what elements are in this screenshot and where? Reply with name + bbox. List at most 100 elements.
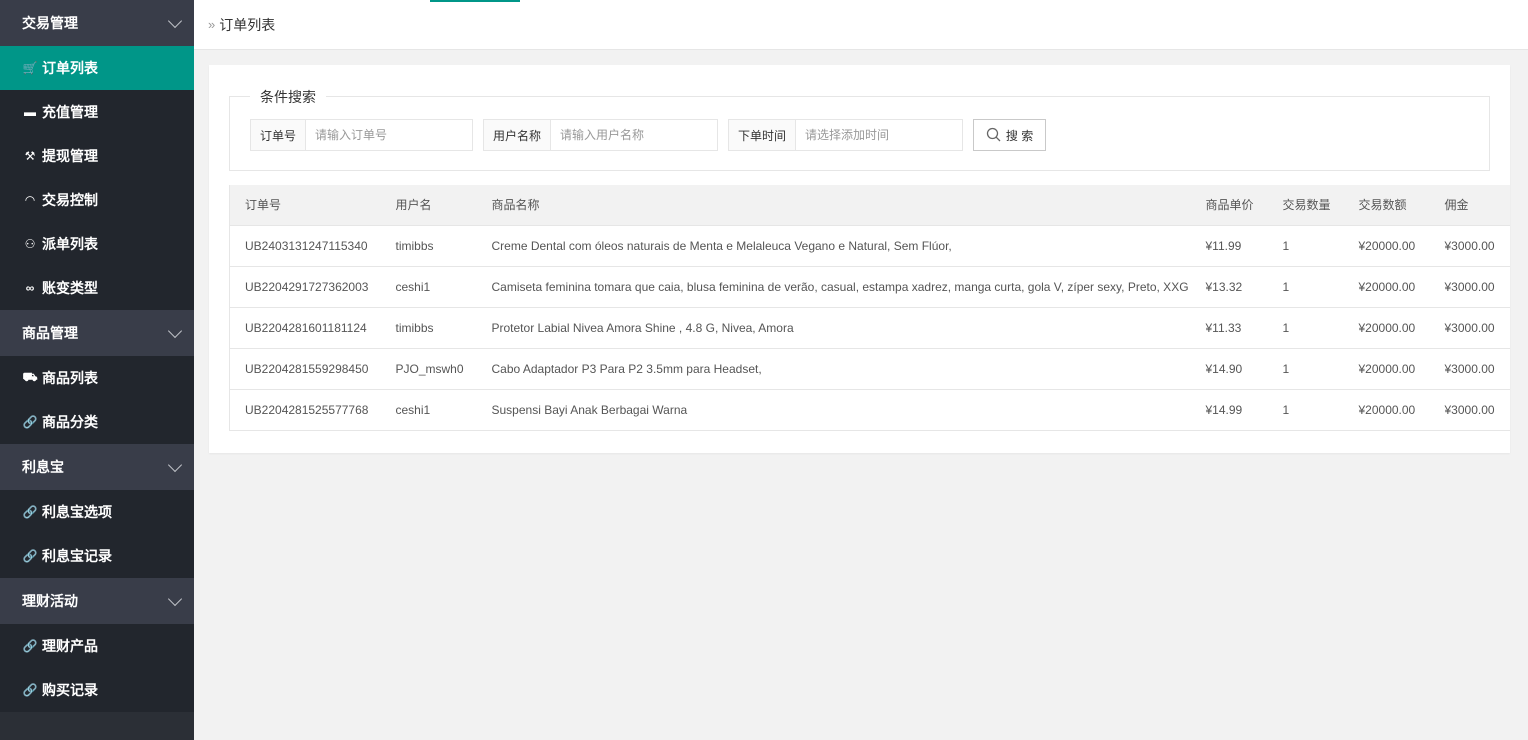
sidebar: 交易管理 🛒 订单列表 ▬ 充值管理 ⚒ 提现管理 ◠ 交易控制 ⚇ 派单列表 ∞ 账变类型商品管理 ⛟ 商… (0, 0, 194, 740)
top-bar: » 订单列表 (194, 0, 1528, 50)
username-input[interactable] (551, 120, 718, 150)
sidebar-item[interactable]: ⛟ 商品列表 (0, 356, 194, 400)
sidebar-group-label: 理财活动 (22, 593, 78, 609)
table-cell: ¥20000.00 (1343, 225, 1430, 267)
table-row[interactable]: UB2204281559298450 PJO_mswh0 Cabo Adaptado… (229, 348, 1510, 390)
sidebar-item-label: 利息宝选项 (42, 504, 112, 520)
sidebar-item[interactable]: ⚒ 提现管理 (0, 134, 194, 178)
hammer-icon: ⚒ (24, 149, 36, 163)
table-header-row: 订单号 用户名 商品名称 商品单价 交易数量 交易数额 佣金 (229, 185, 1510, 226)
order-no-field: 订单号 (250, 119, 474, 151)
link-icon: 🔗 (22, 549, 38, 563)
sidebar-item[interactable]: 🔗 商品分类 (0, 400, 194, 444)
table-cell: PJO_mswh0 (380, 348, 477, 390)
sidebar-item[interactable]: 🔗 利息宝选项 (0, 490, 194, 534)
sidebar-item[interactable]: ◠ 交易控制 (0, 178, 194, 222)
group-icon: ⚇ (24, 237, 36, 251)
table-cell: UB2204291727362003 (229, 266, 381, 308)
sidebar-item[interactable]: ∞ 账变类型 (0, 266, 194, 310)
table-cell: UB2403131247115340 (229, 225, 381, 267)
sidebar-item[interactable]: 🔗 利息宝记录 (0, 534, 194, 578)
username-field: 用户名称 (483, 119, 719, 151)
column-header: 订单号 (229, 185, 381, 226)
column-header: 商品单价 (1190, 185, 1268, 226)
sidebar-item-label: 订单列表 (42, 60, 98, 76)
table-cell: ¥3000.00 (1429, 389, 1508, 431)
table-body: UB2403131247115340 timibbs Creme Dental co… (229, 225, 1510, 431)
table-row[interactable]: UB2204281601181124 timibbs Protetor Labial… (229, 307, 1510, 349)
sidebar-group-label: 交易管理 (22, 15, 78, 31)
column-header: 交易数额 (1343, 185, 1430, 226)
table-cell: 1 (1267, 307, 1344, 349)
gauge-icon: ◠ (25, 193, 35, 207)
table-row[interactable]: UB2204291727362003 ceshi1 Camiseta feminin… (229, 266, 1510, 308)
sidebar-item-label: 商品分类 (42, 414, 98, 430)
chevron-down-icon (167, 13, 183, 28)
order-no-input[interactable] (306, 120, 473, 150)
sidebar-group[interactable]: 理财活动 (0, 578, 194, 624)
table-cell: : (1507, 389, 1510, 431)
sidebar-item-label: 派单列表 (42, 236, 98, 252)
table-cell: : (1507, 225, 1510, 267)
search-button[interactable]: 搜 索 (973, 119, 1047, 151)
sidebar-item-label: 提现管理 (42, 148, 98, 164)
search-icon (986, 127, 1001, 142)
search-button-label: 搜 索 (1005, 128, 1034, 143)
chevron-down-icon (167, 457, 183, 472)
table-cell: ¥3000.00 (1429, 348, 1508, 390)
table-cell: ¥14.90 (1190, 348, 1268, 390)
link-icon: 🔗 (22, 683, 38, 697)
table-cell: ¥20000.00 (1343, 307, 1430, 349)
table-cell: timibbs (380, 225, 477, 267)
table-cell: ceshi1 (380, 266, 477, 308)
table-cell: Protetor Labial Nivea Amora Shine , 4.8 … (476, 307, 1191, 349)
table-cell: ¥20000.00 (1343, 266, 1430, 308)
table-cell: ¥3000.00 (1429, 266, 1508, 308)
order-time-field: 下单时间 (728, 119, 964, 151)
column-header: 用户名 (380, 185, 477, 226)
breadcrumb-separator: » (208, 17, 216, 32)
table-cell: ¥13.32 (1190, 266, 1268, 308)
sidebar-item[interactable]: 🔗 购买记录 (0, 668, 194, 712)
card-icon: ▬ (24, 105, 36, 119)
link-icon: 🔗 (22, 505, 38, 519)
sidebar-group[interactable]: 利息宝 (0, 444, 194, 490)
link-icon: 🔗 (22, 415, 38, 429)
column-header: 商品名称 (476, 185, 1191, 226)
infinity-icon: ∞ (25, 281, 35, 295)
table-cell: : (1507, 307, 1510, 349)
sidebar-item-label: 充值管理 (42, 104, 98, 120)
sidebar-item[interactable]: 🔗 理财产品 (0, 624, 194, 668)
chevron-down-icon (167, 591, 183, 606)
table-cell: Suspensi Bayi Anak Berbagai Warna (476, 389, 1191, 431)
orders-table: 订单号 用户名 商品名称 商品单价 交易数量 交易数额 佣金 UB2403131247115… (229, 185, 1510, 431)
search-row: 订单号 用户名称 下单时间 搜 索 (250, 119, 1047, 151)
table-row[interactable]: UB2403131247115340 timibbs Creme Dental co… (229, 225, 1510, 267)
column-header (1507, 185, 1510, 226)
table-cell: : (1507, 348, 1510, 390)
chevron-down-icon (167, 323, 183, 338)
sidebar-item-label: 账变类型 (42, 280, 98, 296)
sidebar-group[interactable]: 交易管理 (0, 0, 194, 46)
sidebar-item[interactable]: 🛒 订单列表 (0, 46, 194, 90)
table-cell: UB2204281559298450 (229, 348, 381, 390)
table-row[interactable]: UB2204281525577768 ceshi1 Suspensi Bayi An… (229, 389, 1510, 431)
sidebar-item-label: 购买记录 (42, 682, 98, 698)
table-cell: ¥3000.00 (1429, 225, 1508, 267)
sidebar-item-label: 商品列表 (42, 370, 98, 386)
table-cell: 1 (1267, 225, 1344, 267)
table-cell: ¥14.99 (1190, 389, 1268, 431)
order-time-input[interactable] (796, 120, 963, 150)
table-cell: Creme Dental com óleos naturais de Menta… (476, 225, 1191, 267)
table-cell: timibbs (380, 307, 477, 349)
table-cell: UB2204281525577768 (229, 389, 381, 431)
sidebar-item-label: 利息宝记录 (42, 548, 112, 564)
active-tab-indicator (430, 0, 520, 2)
table-cell: ¥11.33 (1190, 307, 1268, 349)
sidebar-item[interactable]: ⚇ 派单列表 (0, 222, 194, 266)
table-cell: : (1507, 266, 1510, 308)
sidebar-group-label: 利息宝 (22, 459, 64, 475)
sidebar-group[interactable]: 商品管理 (0, 310, 194, 356)
link-icon: 🔗 (22, 639, 38, 653)
sidebar-item[interactable]: ▬ 充值管理 (0, 90, 194, 134)
